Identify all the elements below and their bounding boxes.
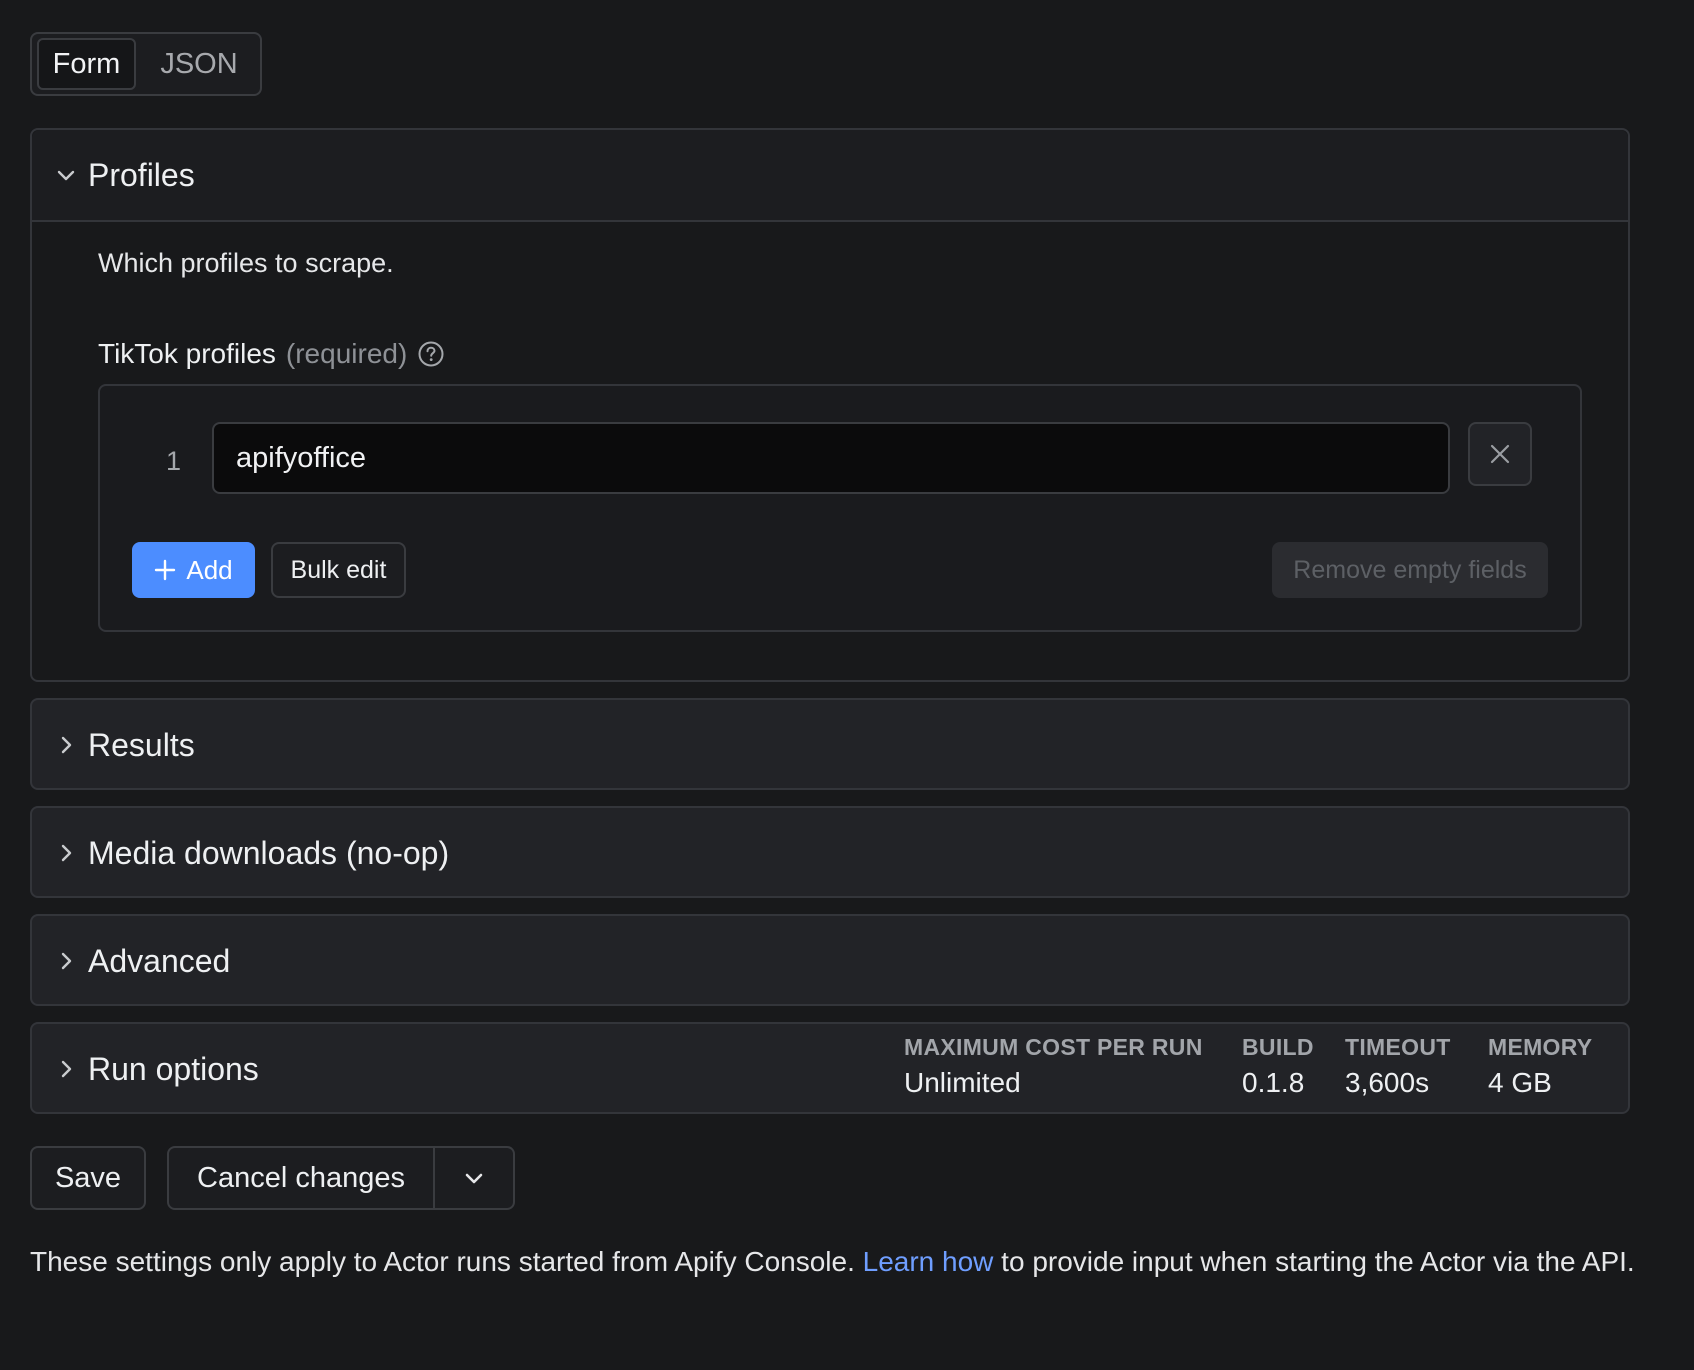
tab-json[interactable]: JSON bbox=[144, 38, 254, 90]
remove-empty-fields-button[interactable]: Remove empty fields bbox=[1272, 542, 1548, 598]
memory-value: 4 GB bbox=[1488, 1067, 1552, 1098]
results-section-title: Results bbox=[88, 726, 195, 763]
timeout-value: 3,600s bbox=[1345, 1067, 1430, 1098]
cancel-changes-group: Cancel changes bbox=[167, 1146, 515, 1210]
list-item-index: 1 bbox=[166, 446, 182, 476]
tiktok-profiles-label: TikTok profiles (required) bbox=[98, 338, 445, 370]
chevron-right-icon bbox=[61, 952, 72, 970]
footer-text-before: These settings only apply to Actor runs … bbox=[30, 1246, 863, 1277]
chevron-down-icon bbox=[465, 1173, 483, 1184]
results-section[interactable]: Results bbox=[30, 698, 1630, 790]
run-options-section[interactable]: Run options MAXIMUM COST PER RUN Unlimit… bbox=[30, 1022, 1630, 1114]
field-label-text: TikTok profiles bbox=[98, 338, 276, 369]
add-button[interactable]: Add bbox=[132, 542, 255, 598]
build-value: 0.1.8 bbox=[1242, 1067, 1305, 1098]
advanced-section-header[interactable]: Advanced bbox=[32, 916, 1628, 1006]
profile-input[interactable] bbox=[212, 422, 1450, 494]
chevron-right-icon bbox=[61, 736, 72, 754]
help-icon[interactable] bbox=[417, 340, 445, 368]
profiles-section-header[interactable]: Profiles bbox=[32, 130, 1628, 222]
media-section-title: Media downloads (no-op) bbox=[88, 834, 450, 871]
timeout-label: TIMEOUT bbox=[1345, 1034, 1451, 1060]
mode-toggle: Form JSON bbox=[30, 32, 262, 96]
save-button[interactable]: Save bbox=[30, 1146, 146, 1210]
plus-icon bbox=[155, 559, 176, 581]
field-required-text: (required) bbox=[285, 338, 408, 369]
memory-label: MEMORY bbox=[1488, 1034, 1593, 1060]
remove-item-button[interactable] bbox=[1468, 422, 1532, 486]
chevron-down-icon bbox=[57, 170, 75, 181]
memory-stat: MEMORY 4 GB bbox=[1488, 1034, 1592, 1099]
footer-text-after: to provide input when starting the Actor… bbox=[993, 1246, 1635, 1277]
bulk-edit-button[interactable]: Bulk edit bbox=[271, 542, 406, 598]
max-cost-stat: MAXIMUM COST PER RUN Unlimited bbox=[904, 1034, 1203, 1099]
learn-how-link[interactable]: Learn how bbox=[863, 1246, 994, 1277]
max-cost-label: MAXIMUM COST PER RUN bbox=[904, 1034, 1203, 1060]
advanced-section-title: Advanced bbox=[88, 942, 231, 979]
tab-form[interactable]: Form bbox=[37, 38, 136, 90]
close-icon bbox=[1490, 444, 1510, 464]
media-downloads-section[interactable]: Media downloads (no-op) bbox=[30, 806, 1630, 898]
media-section-header[interactable]: Media downloads (no-op) bbox=[32, 808, 1628, 898]
run-options-title: Run options bbox=[88, 1050, 259, 1087]
chevron-right-icon bbox=[61, 844, 72, 862]
chevron-right-icon bbox=[61, 1060, 72, 1078]
advanced-section[interactable]: Advanced bbox=[30, 914, 1630, 1006]
cancel-dropdown-button[interactable] bbox=[435, 1148, 513, 1208]
add-button-label: Add bbox=[186, 554, 233, 585]
timeout-stat: TIMEOUT 3,600s bbox=[1345, 1034, 1451, 1099]
max-cost-value: Unlimited bbox=[904, 1067, 1021, 1098]
cancel-changes-button[interactable]: Cancel changes bbox=[169, 1148, 435, 1208]
results-section-header[interactable]: Results bbox=[32, 700, 1628, 790]
build-label: BUILD bbox=[1242, 1034, 1314, 1060]
build-stat: BUILD 0.1.8 bbox=[1242, 1034, 1314, 1099]
profiles-description: Which profiles to scrape. bbox=[98, 248, 394, 278]
profiles-section-title: Profiles bbox=[88, 156, 195, 193]
footer-note: These settings only apply to Actor runs … bbox=[30, 1242, 1650, 1282]
